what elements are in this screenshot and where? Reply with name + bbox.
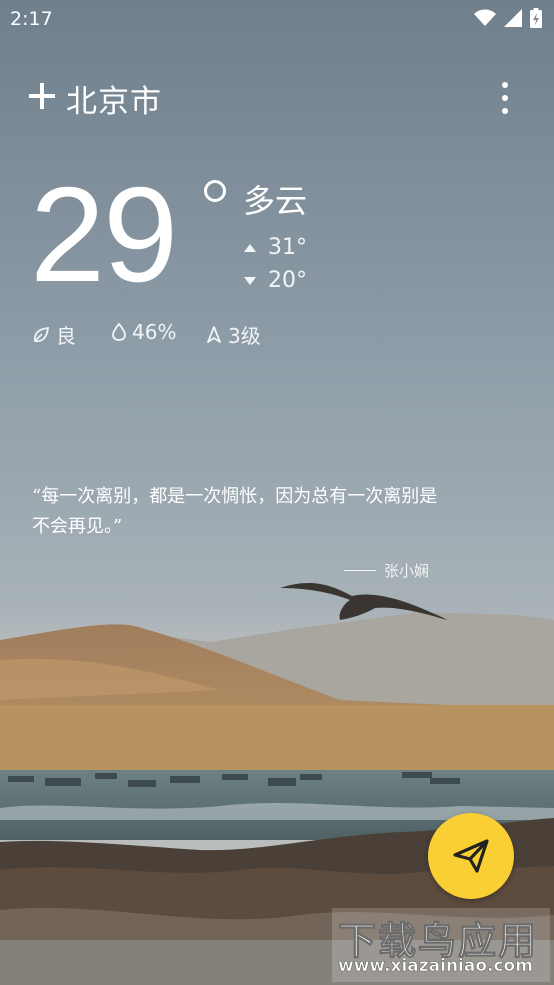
weather-condition: 多云 [243,182,308,220]
author-name: 张小娴 [384,562,430,580]
status-bar: 2:17 [0,0,554,38]
wind-icon [207,325,221,343]
more-vertical-icon[interactable] [494,80,516,116]
watermark-url: www.xiazainiao.com [338,956,534,977]
wifi-icon [474,9,496,26]
send-icon [453,839,489,873]
current-temperature: 29 [30,159,178,310]
up-arrow-icon [244,243,256,252]
high-temperature: 31° [244,235,307,260]
battery-icon [530,8,542,28]
author-dash [344,570,376,571]
air-quality: 良 [32,320,76,349]
top-bar: 北京市 [0,72,554,124]
droplet-icon [112,323,126,341]
down-arrow-icon [244,276,256,285]
status-icons [474,8,542,28]
city-name[interactable]: 北京市 [66,76,162,121]
air-quality-value: 良 [56,324,76,348]
degree-symbol [204,180,226,202]
share-button[interactable] [428,813,514,899]
low-temperature-value: 20° [268,268,307,293]
add-city-icon[interactable] [28,82,56,110]
quote-text: “每一次离别，都是一次惆怅，因为总有一次离别是不会再见。” [32,486,438,537]
watermark: 下载鸟应用 www.xiazainiao.com [332,908,550,982]
high-temperature-value: 31° [268,235,307,260]
low-temperature: 20° [244,268,307,293]
wind-level: 3级 [206,320,261,349]
humidity-value: 46% [132,320,177,344]
leaf-icon [33,326,50,342]
status-time: 2:17 [10,8,53,30]
humidity: 46% [112,320,176,344]
signal-icon [504,9,522,27]
quote-author: 张小娴 [344,560,429,581]
wind-value: 3级 [228,324,261,348]
